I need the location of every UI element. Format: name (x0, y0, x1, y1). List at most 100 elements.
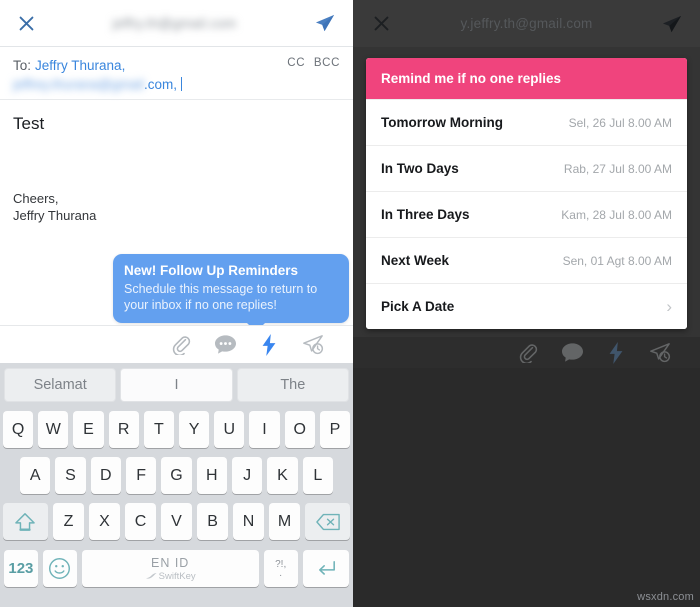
key-i[interactable]: I (249, 411, 280, 448)
reminder-panel: y.jeffry.th@gmail.com Remind me if no on… (353, 0, 700, 607)
prediction-item[interactable]: Selamat (4, 368, 117, 402)
send-later-icon[interactable] (291, 330, 335, 360)
key-w[interactable]: W (38, 411, 69, 448)
recipient-chip[interactable]: Jeffry Thurana, (35, 56, 125, 75)
key-b[interactable]: B (197, 503, 229, 540)
prediction-item[interactable]: The (236, 368, 349, 402)
key-y[interactable]: Y (179, 411, 210, 448)
prediction-item-current[interactable]: I (120, 368, 233, 402)
key-g[interactable]: G (161, 457, 192, 494)
key-m[interactable]: M (269, 503, 301, 540)
reminder-option-label: Next Week (381, 253, 450, 268)
shift-icon[interactable] (2, 503, 48, 540)
emoji-icon[interactable] (42, 550, 77, 587)
keyboard-row-1: Q W E R T Y U I O P (0, 411, 353, 448)
chat-bubble-icon (550, 338, 594, 368)
key-p[interactable]: P (319, 411, 351, 448)
compose-toolbar (0, 325, 353, 363)
numbers-key[interactable]: 123 (4, 550, 38, 587)
key-f[interactable]: F (126, 457, 157, 494)
enter-icon[interactable] (302, 550, 349, 587)
text-caret (181, 77, 183, 91)
reminder-option-time: Sel, 26 Jul 8.00 AM (568, 115, 672, 130)
reminder-dimmed-keyboard (353, 368, 700, 607)
tooltip-body: Schedule this message to return to your … (124, 282, 318, 312)
swiftkey-label: SwiftKey (158, 570, 196, 582)
backspace-icon[interactable] (305, 503, 351, 540)
key-k[interactable]: K (267, 457, 298, 494)
punctuation-key[interactable]: ?!, . (263, 550, 298, 587)
send-later-icon (638, 338, 682, 368)
key-a[interactable]: A (20, 457, 51, 494)
bcc-button[interactable]: BCC (314, 57, 340, 69)
send-icon[interactable] (657, 11, 687, 37)
watermark: wsxdn.com (637, 591, 694, 603)
chevron-right-icon: › (666, 297, 672, 316)
attach-icon (506, 338, 550, 368)
prediction-bar: Selamat I The (0, 368, 353, 402)
key-q[interactable]: Q (2, 411, 34, 448)
reminder-card: Remind me if no one replies Tomorrow Mor… (366, 58, 687, 329)
send-icon[interactable] (310, 10, 340, 36)
reminder-option-in-two-days[interactable]: In Two Days Rab, 27 Jul 8.00 AM (366, 145, 687, 191)
on-screen-keyboard: Selamat I The Q W E R T Y U I O P A S D … (0, 363, 353, 607)
reminder-option-time: Sen, 01 Agt 8.00 AM (562, 253, 672, 268)
reminder-account-title: y.jeffry.th@gmail.com (460, 16, 593, 31)
reminder-dimmed-toolbar (353, 337, 700, 368)
to-field[interactable]: To: Jeffry Thurana, CC BCC jeffrey.thura… (0, 47, 353, 100)
prediction-current-text: I (174, 377, 179, 393)
screenshot-stage: jeffry.th@gmail.com To: Jeffry Thurana, … (0, 0, 700, 607)
lightning-bolt-icon[interactable] (247, 330, 291, 360)
recipient-email-tail: .com, (144, 77, 178, 92)
reminder-option-time: Kam, 28 Jul 8.00 AM (561, 207, 672, 222)
key-o[interactable]: O (284, 411, 315, 448)
to-label: To: (13, 58, 32, 73)
key-e[interactable]: E (73, 411, 104, 448)
tooltip-title: New! Follow Up Reminders (124, 263, 299, 278)
body-line-1: Cheers, (13, 191, 59, 206)
attach-icon[interactable] (159, 330, 203, 360)
key-s[interactable]: S (55, 457, 86, 494)
key-v[interactable]: V (161, 503, 193, 540)
reminder-option-label: In Two Days (381, 161, 459, 176)
lightning-bolt-icon (594, 338, 638, 368)
cc-button[interactable]: CC (287, 57, 305, 69)
recipient-email-blurred: jeffrey.thurana@gmail (13, 77, 145, 92)
key-n[interactable]: N (233, 503, 265, 540)
space-language-label: EN ID (150, 555, 190, 570)
keyboard-row-2: A S D F G H J K L (0, 457, 353, 494)
close-icon[interactable] (366, 11, 396, 37)
compose-panel: jeffry.th@gmail.com To: Jeffry Thurana, … (0, 0, 353, 607)
reminder-option-in-three-days[interactable]: In Three Days Kam, 28 Jul 8.00 AM (366, 191, 687, 237)
punctuation-bottom: . (279, 567, 283, 579)
key-j[interactable]: J (231, 457, 263, 494)
key-u[interactable]: U (214, 411, 245, 448)
reminder-option-label: Tomorrow Morning (381, 115, 503, 130)
close-icon[interactable] (13, 10, 39, 36)
space-key[interactable]: EN ID SwiftKey (81, 550, 259, 587)
cc-bcc-toggle[interactable]: CC BCC (282, 57, 340, 69)
reminder-option-label: Pick A Date (381, 299, 455, 314)
reminder-option-tomorrow-morning[interactable]: Tomorrow Morning Sel, 26 Jul 8.00 AM (366, 99, 687, 145)
chat-bubble-icon[interactable] (203, 330, 247, 360)
key-l[interactable]: L (302, 457, 333, 494)
swiftkey-logo-icon (145, 573, 157, 579)
keyboard-row-3: Z X C V B N M (0, 503, 353, 540)
compose-header: jeffry.th@gmail.com (0, 0, 353, 47)
body-line-2: Jeffry Thurana (13, 208, 97, 223)
key-d[interactable]: D (90, 457, 121, 494)
key-r[interactable]: R (108, 411, 139, 448)
reminder-option-next-week[interactable]: Next Week Sen, 01 Agt 8.00 AM (366, 237, 687, 283)
key-c[interactable]: C (124, 503, 156, 540)
key-x[interactable]: X (88, 503, 120, 540)
reminder-option-pick-a-date[interactable]: Pick A Date › (366, 283, 687, 329)
reminder-header: y.jeffry.th@gmail.com (353, 0, 700, 47)
key-h[interactable]: H (196, 457, 227, 494)
reminder-card-title: Remind me if no one replies (366, 58, 687, 99)
subject-field[interactable]: Test (0, 100, 353, 134)
key-t[interactable]: T (143, 411, 174, 448)
compose-account-title: jeffry.th@gmail.com (112, 15, 237, 31)
keyboard-row-bottom: 123 EN ID SwiftKey ?!, . (0, 550, 353, 587)
follow-up-tooltip[interactable]: New! Follow Up Reminders Schedule this m… (113, 254, 349, 332)
key-z[interactable]: Z (52, 503, 84, 540)
